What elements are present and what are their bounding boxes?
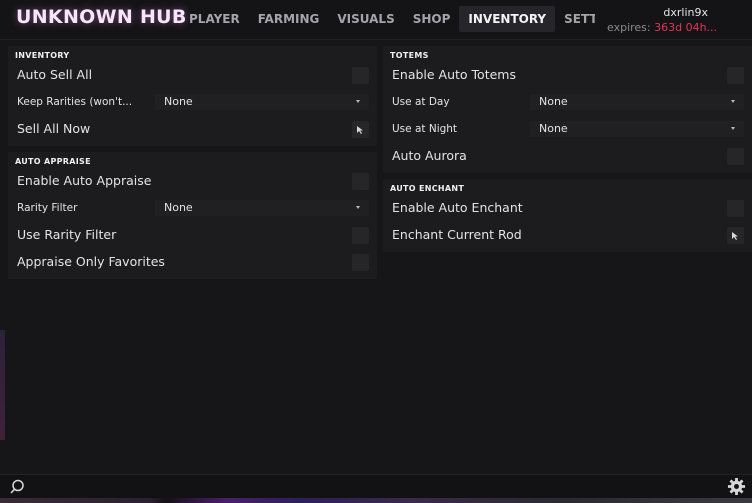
tab-visuals[interactable]: VISUALS [328, 6, 403, 32]
enchant-current-rod-button[interactable] [727, 227, 744, 244]
use-at-night-dropdown[interactable]: None [530, 121, 744, 137]
auto-appraise-section: AUTO APPRAISE Enable Auto Appraise Rarit… [8, 152, 377, 279]
header-bar: UNKNOWN HUB PLAYER FARMING VISUALS SHOP … [0, 0, 752, 40]
chevron-down-icon [731, 127, 735, 130]
totems-section: TOTEMS Enable Auto Totems Use at Day Non… [383, 46, 752, 173]
row-sell-all-now: Sell All Now [8, 115, 377, 142]
expires-value: 363d 04h... [654, 21, 717, 34]
right-column: TOTEMS Enable Auto Totems Use at Day Non… [383, 46, 752, 258]
enable-auto-enchant-toggle[interactable] [727, 200, 744, 217]
cursor-icon [732, 231, 738, 240]
username: dxrlin9x [663, 6, 708, 19]
sell-all-now-button[interactable] [352, 121, 369, 138]
hub-window: UNKNOWN HUB PLAYER FARMING VISUALS SHOP … [0, 0, 752, 503]
section-title: TOTEMS [390, 51, 429, 60]
tab-shop[interactable]: SHOP [404, 6, 460, 32]
bottom-bar [0, 474, 752, 498]
background-scene-edge [0, 330, 5, 440]
use-at-night-label: Use at Night [392, 123, 458, 135]
expires-info: expires: 363d 04h... [607, 21, 717, 34]
inventory-section: INVENTORY Auto Sell All Keep Rarities (w… [8, 46, 377, 146]
row-auto-aurora: Auto Aurora [383, 142, 752, 169]
cursor-icon [357, 125, 363, 134]
appraise-only-favorites-label: Appraise Only Favorites [17, 254, 165, 269]
enable-auto-appraise-label: Enable Auto Appraise [17, 173, 152, 188]
enable-auto-appraise-toggle[interactable] [352, 173, 369, 190]
sell-all-now-label: Sell All Now [17, 121, 91, 136]
use-rarity-filter-label: Use Rarity Filter [17, 227, 117, 242]
row-appraise-only-favorites: Appraise Only Favorites [8, 248, 377, 275]
use-at-day-label: Use at Day [392, 96, 450, 108]
section-title: INVENTORY [15, 51, 70, 60]
row-use-at-day: Use at Day None [383, 88, 752, 115]
row-enable-auto-enchant: Enable Auto Enchant [383, 194, 752, 221]
use-rarity-filter-toggle[interactable] [352, 227, 369, 244]
row-enable-auto-appraise: Enable Auto Appraise [8, 167, 377, 194]
use-at-day-dropdown[interactable]: None [530, 94, 744, 110]
row-keep-rarities: Keep Rarities (won't... None [8, 88, 377, 115]
chevron-down-icon [356, 100, 360, 103]
chevron-down-icon [356, 206, 360, 209]
rarity-filter-dropdown[interactable]: None [155, 200, 369, 216]
dropdown-value: None [539, 95, 568, 108]
row-enchant-current-rod: Enchant Current Rod [383, 221, 752, 248]
section-title: AUTO APPRAISE [15, 157, 91, 166]
tab-settings[interactable]: SETT [555, 6, 595, 32]
chevron-down-icon [731, 100, 735, 103]
auto-enchant-section: AUTO ENCHANT Enable Auto Enchant Enchant… [383, 179, 752, 252]
gear-icon[interactable] [727, 477, 746, 496]
search-icon[interactable] [10, 478, 28, 496]
enable-auto-totems-toggle[interactable] [727, 67, 744, 84]
dropdown-value: None [164, 201, 193, 214]
auto-sell-all-toggle[interactable] [352, 67, 369, 84]
dropdown-value: None [539, 122, 568, 135]
rarity-filter-label: Rarity Filter [17, 202, 78, 214]
tab-farming[interactable]: FARMING [249, 6, 329, 32]
left-column: INVENTORY Auto Sell All Keep Rarities (w… [8, 46, 377, 285]
keep-rarities-dropdown[interactable]: None [155, 94, 369, 110]
tab-inventory[interactable]: INVENTORY [459, 6, 556, 32]
row-rarity-filter: Rarity Filter None [8, 194, 377, 221]
keep-rarities-label: Keep Rarities (won't... [17, 96, 133, 108]
enable-auto-enchant-label: Enable Auto Enchant [392, 200, 523, 215]
row-enable-auto-totems: Enable Auto Totems [383, 61, 752, 88]
row-use-at-night: Use at Night None [383, 115, 752, 142]
tab-bar: PLAYER FARMING VISUALS SHOP INVENTORY SE… [180, 6, 595, 32]
auto-sell-all-label: Auto Sell All [17, 67, 93, 82]
expires-label: expires: [607, 21, 651, 34]
background-scene-strip [0, 498, 752, 503]
appraise-only-favorites-toggle[interactable] [352, 254, 369, 271]
auto-aurora-label: Auto Aurora [392, 148, 467, 163]
dropdown-value: None [164, 95, 193, 108]
row-use-rarity-filter: Use Rarity Filter [8, 221, 377, 248]
tab-player[interactable]: PLAYER [180, 6, 249, 32]
enchant-current-rod-label: Enchant Current Rod [392, 227, 522, 242]
row-auto-sell-all: Auto Sell All [8, 61, 377, 88]
auto-aurora-toggle[interactable] [727, 148, 744, 165]
enable-auto-totems-label: Enable Auto Totems [392, 67, 516, 82]
section-title: AUTO ENCHANT [390, 184, 465, 193]
brand-title: UNKNOWN HUB [16, 6, 187, 28]
